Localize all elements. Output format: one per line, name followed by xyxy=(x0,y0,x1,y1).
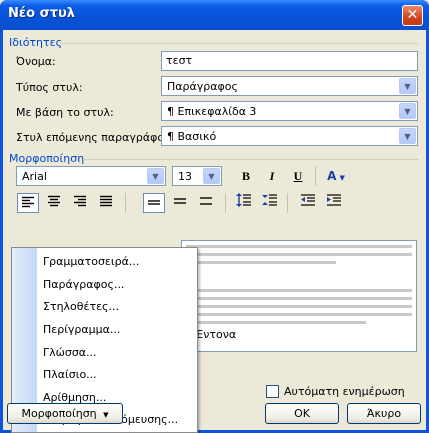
based-on-select[interactable]: ¶ Επικεφαλίδα 3 ▼ xyxy=(161,101,418,121)
format-button-label: Μορφοποίηση xyxy=(21,407,97,420)
italic-button[interactable]: I xyxy=(261,166,283,186)
close-icon: ✕ xyxy=(406,7,419,23)
style-type-value: Παράγραφος xyxy=(167,80,238,93)
based-on-label: Με βάση το στυλ: xyxy=(16,106,114,119)
ok-button[interactable]: OK xyxy=(265,403,339,424)
font-size-value: 13 xyxy=(178,170,192,183)
chevron-down-icon: ▼ xyxy=(339,174,345,182)
bold-button[interactable]: B xyxy=(235,166,257,186)
format-button[interactable]: Μορφοποίηση ▼ xyxy=(7,403,123,424)
font-size-select[interactable]: 13 ▼ xyxy=(172,166,222,186)
toolbar-separator xyxy=(315,166,316,186)
increase-spacing-icon xyxy=(236,193,251,207)
font-name-value: Arial xyxy=(22,170,47,183)
next-paragraph-label: Στυλ επόμενης παραγράφου: xyxy=(16,131,175,144)
chevron-down-icon[interactable]: ▼ xyxy=(399,128,416,144)
double-spacing-icon xyxy=(200,197,212,205)
double-spacing-button[interactable] xyxy=(195,193,217,213)
style-type-select[interactable]: Παράγραφος ▼ xyxy=(161,76,418,96)
increase-indent-button[interactable] xyxy=(323,193,345,213)
auto-update-checkbox[interactable] xyxy=(266,385,279,398)
chevron-down-icon[interactable]: ▼ xyxy=(399,78,416,94)
decrease-spacing-button[interactable] xyxy=(259,193,281,213)
menu-item-font[interactable]: Γραμματοσειρά... xyxy=(43,255,139,268)
decrease-indent-button[interactable] xyxy=(297,193,319,213)
auto-update-label: Αυτόματη ενημέρωση xyxy=(284,385,405,398)
align-right-icon xyxy=(74,195,86,207)
dialog-body: Ιδιότητες Όνομα: τεστ Τύπος στυλ: Παράγρ… xyxy=(3,30,426,433)
align-right-button[interactable] xyxy=(69,193,91,213)
one-half-spacing-icon xyxy=(174,198,186,204)
font-color-icon: A xyxy=(327,169,337,183)
menu-item-frame[interactable]: Πλαίσιο... xyxy=(43,368,97,381)
increase-indent-icon xyxy=(327,194,341,206)
name-field[interactable]: τεστ xyxy=(161,51,418,71)
menu-item-border[interactable]: Περίγραμμα... xyxy=(43,323,120,336)
chevron-down-icon[interactable]: ▼ xyxy=(203,168,220,184)
underline-button[interactable]: U xyxy=(287,166,309,186)
properties-section-label: Ιδιότητες xyxy=(9,36,63,49)
align-center-button[interactable] xyxy=(43,193,65,213)
formatting-section-label: Μορφοποίηση xyxy=(9,152,85,165)
toolbar-separator xyxy=(287,193,288,213)
window-title: Νέο στυλ xyxy=(8,6,75,21)
toolbar-separator xyxy=(125,193,126,213)
style-description: Έντονα xyxy=(195,328,237,341)
style-type-label: Τύπος στυλ: xyxy=(16,81,83,94)
toolbar-separator xyxy=(225,193,226,213)
align-left-button[interactable] xyxy=(17,193,39,213)
align-justify-icon xyxy=(100,195,112,207)
single-spacing-button[interactable] xyxy=(143,193,165,213)
decrease-indent-icon xyxy=(301,194,315,206)
menu-item-language[interactable]: Γλώσσα... xyxy=(43,346,97,359)
chevron-down-icon: ▼ xyxy=(103,411,109,419)
chevron-down-icon[interactable]: ▼ xyxy=(147,168,164,184)
align-left-icon xyxy=(22,196,34,208)
next-paragraph-value: ¶ Βασικό xyxy=(167,130,217,143)
menu-item-tabs[interactable]: Στηλοθέτες... xyxy=(43,300,119,313)
name-label: Όνομα: xyxy=(16,55,56,68)
divider xyxy=(83,159,418,160)
align-justify-button[interactable] xyxy=(95,193,117,213)
title-bar[interactable]: Νέο στυλ ✕ xyxy=(0,0,429,30)
font-name-select[interactable]: Arial ▼ xyxy=(16,166,166,186)
divider xyxy=(61,43,418,44)
decrease-spacing-icon xyxy=(262,194,277,206)
next-paragraph-select[interactable]: ¶ Βασικό ▼ xyxy=(161,126,418,146)
menu-item-paragraph[interactable]: Παράγραφος... xyxy=(43,278,124,291)
align-center-icon xyxy=(48,195,60,207)
one-half-spacing-button[interactable] xyxy=(169,193,191,213)
single-spacing-icon xyxy=(148,200,160,205)
close-button[interactable]: ✕ xyxy=(402,5,423,26)
chevron-down-icon[interactable]: ▼ xyxy=(399,103,416,119)
font-color-button[interactable]: A ▼ xyxy=(321,166,351,186)
cancel-button[interactable]: Άκυρο xyxy=(347,403,421,424)
increase-spacing-button[interactable] xyxy=(233,193,255,213)
based-on-value: ¶ Επικεφαλίδα 3 xyxy=(167,105,257,118)
